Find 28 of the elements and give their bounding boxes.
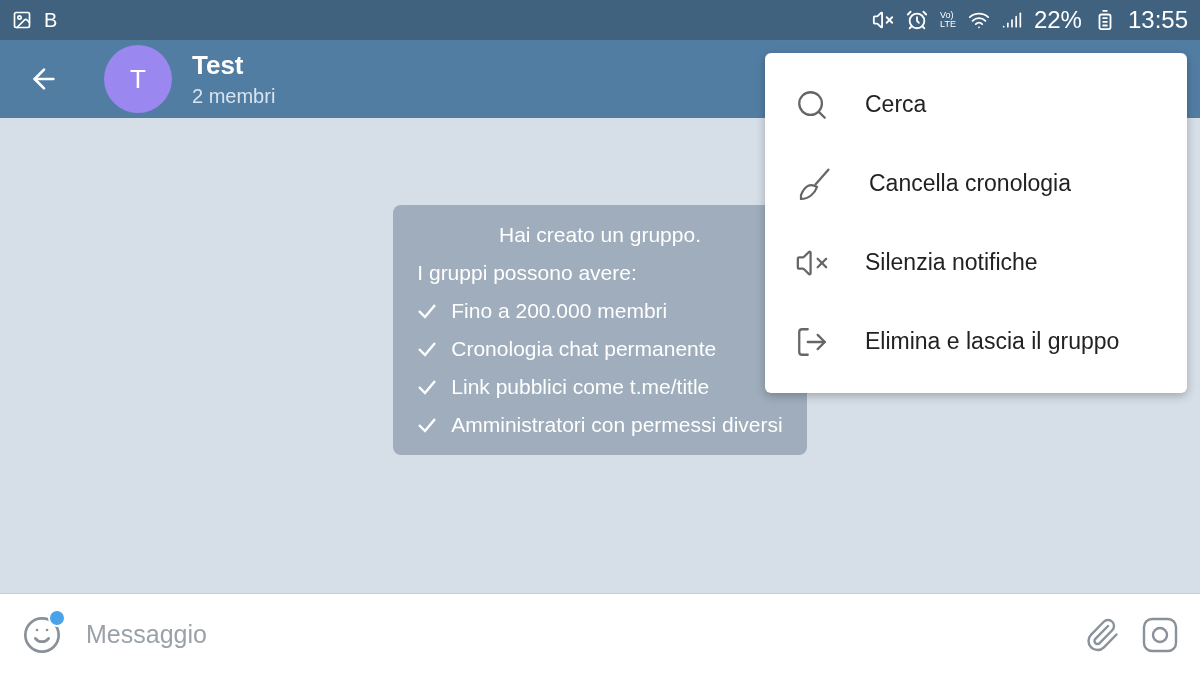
menu-item[interactable]: Cerca: [765, 65, 1187, 144]
chat-title: Test: [192, 50, 245, 81]
notification-letter: B: [44, 8, 58, 32]
service-message-title: Hai creato un gruppo.: [498, 223, 702, 247]
check-icon: [417, 379, 438, 395]
member-count: 2 membri: [192, 85, 276, 108]
avatar: T: [104, 45, 172, 113]
image-icon: [12, 10, 32, 30]
feature-text: Cronologia chat permanente: [451, 337, 717, 361]
clock-time: 13:55: [1127, 6, 1188, 34]
feature-text: Fino a 200.000 membri: [451, 299, 668, 323]
camera-icon[interactable]: [1142, 616, 1178, 653]
alarm-icon: [906, 9, 929, 31]
attach-icon[interactable]: [1084, 616, 1120, 653]
menu-item[interactable]: Cancella cronologia: [765, 144, 1187, 223]
feature-text: Link pubblici come t.me/title: [451, 375, 710, 399]
network-label: Vo) LTE: [940, 11, 956, 29]
battery-percent: 22%: [1033, 6, 1082, 34]
check-icon: [417, 341, 438, 357]
muted-icon: [872, 9, 895, 31]
check-icon: [417, 303, 438, 319]
signal-icon: [1001, 10, 1022, 30]
check-icon: [417, 417, 438, 433]
menu-item[interactable]: Elimina e lascia il gruppo: [765, 302, 1187, 381]
feature-text: Amministratori con permessi diversi: [451, 413, 783, 437]
service-message-intro: I gruppi possono avere:: [417, 261, 638, 285]
sticker-icon[interactable]: [22, 614, 62, 655]
menu-item[interactable]: Silenzia notifiche: [765, 223, 1187, 302]
